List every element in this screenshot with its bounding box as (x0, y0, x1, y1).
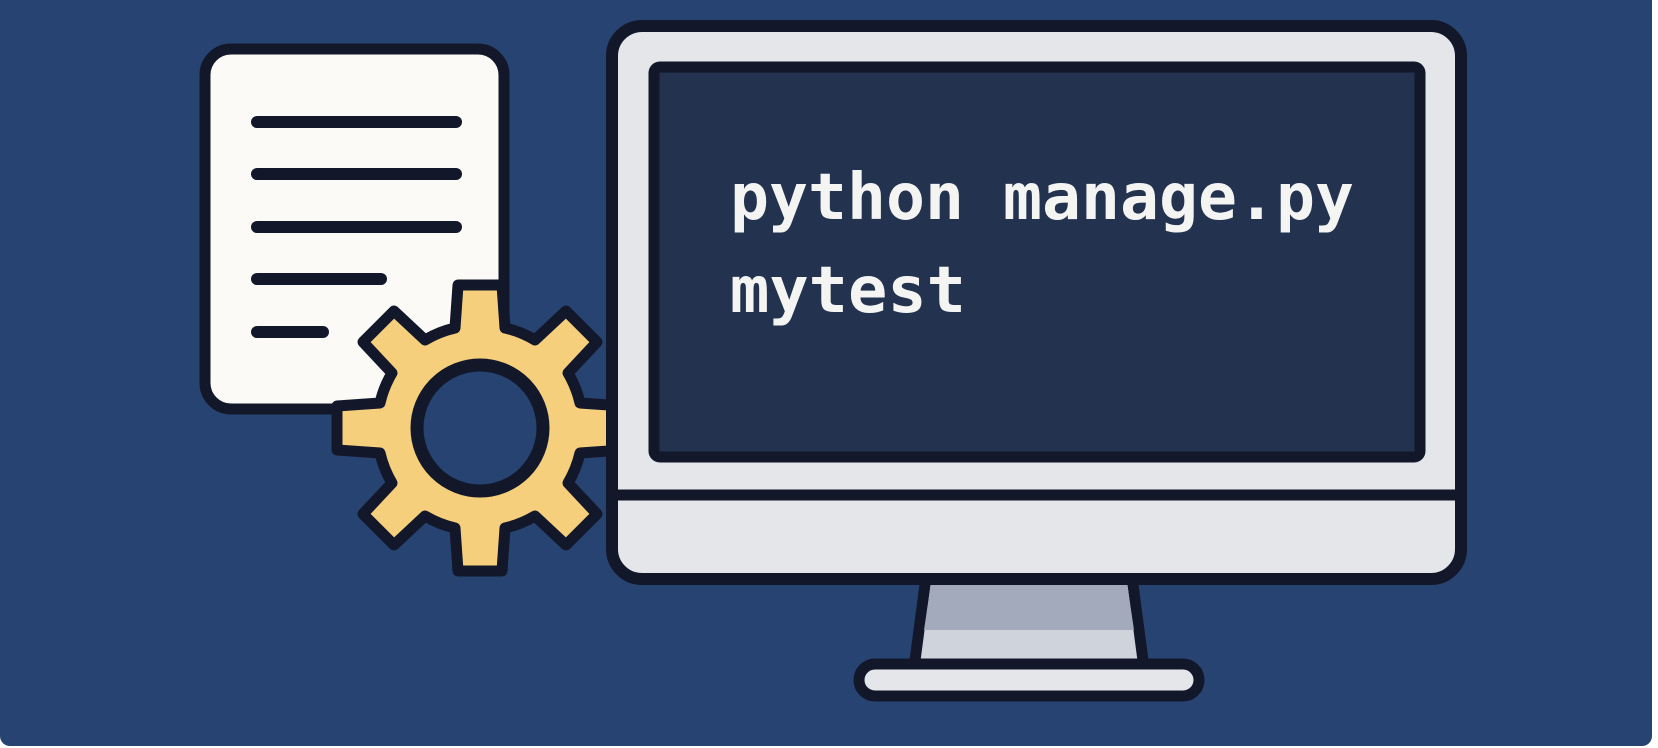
illustration: python manage.py mytest (0, 0, 1652, 746)
gear-icon (331, 279, 629, 577)
illustration-svg: python manage.py mytest (0, 0, 1652, 746)
monitor-base (853, 658, 1205, 702)
command-line-1: python manage.py (730, 161, 1354, 235)
command-line-2: mytest (730, 254, 966, 328)
gear-hole (410, 358, 550, 498)
